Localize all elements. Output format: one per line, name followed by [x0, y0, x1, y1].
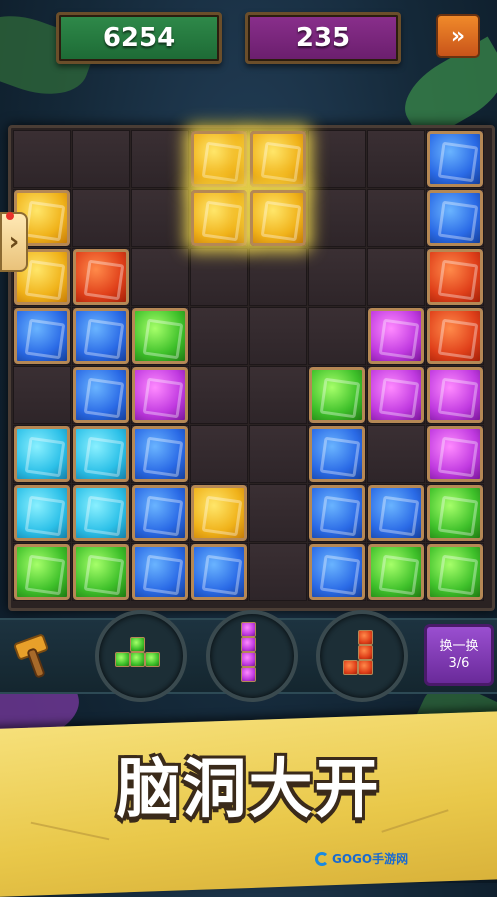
green-gem: [73, 544, 129, 600]
t-piece-block: [129, 652, 145, 667]
board-cell[interactable]: [72, 130, 130, 188]
board-cell[interactable]: [190, 307, 248, 365]
board-cell[interactable]: [308, 189, 366, 247]
cyan-gem: [73, 485, 129, 541]
purple-gem: [132, 367, 188, 423]
board-cell[interactable]: [13, 130, 71, 188]
board-cell[interactable]: [190, 248, 248, 306]
yellow-gem: [191, 190, 247, 246]
t-piece-block: [114, 652, 130, 667]
score-value: 6254: [102, 23, 176, 53]
swap-count: 3/6: [448, 656, 470, 671]
board-cell[interactable]: [131, 248, 189, 306]
blue-gem: [132, 426, 188, 482]
best-score-value: 235: [295, 23, 351, 53]
red-gem: [427, 308, 483, 364]
green-gem: [368, 544, 424, 600]
purple-gem: [368, 308, 424, 364]
green-gem: [309, 367, 365, 423]
board-cell[interactable]: [249, 248, 307, 306]
chevron-right-icon: ›: [8, 227, 20, 257]
notification-dot: [6, 212, 14, 220]
blue-gem: [73, 367, 129, 423]
board-cell[interactable]: [131, 189, 189, 247]
blue-gem: [191, 544, 247, 600]
red-gem: [73, 249, 129, 305]
blue-gem: [427, 131, 483, 187]
i-piece-block: [240, 637, 256, 652]
purple-gem: [427, 367, 483, 423]
double-chevron-right-icon: »: [450, 23, 466, 49]
board-cell[interactable]: [249, 366, 307, 424]
blue-gem: [132, 544, 188, 600]
purple-gem: [427, 426, 483, 482]
cyan-gem: [73, 426, 129, 482]
j-piece-block: [358, 629, 373, 645]
blue-gem: [309, 426, 365, 482]
board-cell[interactable]: [367, 248, 425, 306]
j-piece-block: [358, 659, 373, 675]
green-gem: [132, 308, 188, 364]
blue-gem: [14, 308, 70, 364]
piece-slot-3[interactable]: [316, 610, 408, 702]
watermark-logo: GOGO手游网: [315, 850, 408, 867]
green-gem: [14, 544, 70, 600]
board-cell[interactable]: [249, 425, 307, 483]
swap-label: 换一换: [439, 639, 479, 654]
blue-gem: [309, 485, 365, 541]
yellow-gem: [191, 131, 247, 187]
score-panel: 6254: [56, 12, 222, 64]
green-gem: [427, 544, 483, 600]
board-cell[interactable]: [249, 307, 307, 365]
t-piece-block: [144, 652, 160, 667]
swap-button[interactable]: 换一换 3/6: [424, 624, 494, 686]
green-gem: [427, 485, 483, 541]
board-cell[interactable]: [367, 189, 425, 247]
watermark-text: GOGO手游网: [332, 852, 409, 866]
piece-slot-1[interactable]: [95, 610, 187, 702]
banner-title: 脑洞大开: [116, 753, 381, 827]
gogo-logo-icon: [315, 851, 329, 866]
best-score-panel: 235: [245, 12, 401, 64]
purple-gem: [368, 367, 424, 423]
board-cell[interactable]: [13, 366, 71, 424]
i-piece-block: [240, 652, 256, 667]
board-cell[interactable]: [72, 189, 130, 247]
j-piece-block: [343, 659, 358, 675]
yellow-gem: [250, 131, 306, 187]
fast-forward-button[interactable]: »: [436, 14, 480, 58]
blue-gem: [73, 308, 129, 364]
board-cell[interactable]: [249, 484, 307, 542]
i-piece-block: [240, 667, 256, 682]
board-cell[interactable]: [308, 130, 366, 188]
game-board[interactable]: [8, 125, 495, 611]
board-cell[interactable]: [249, 543, 307, 601]
blue-gem: [427, 190, 483, 246]
board-cell[interactable]: [367, 425, 425, 483]
board-cell[interactable]: [190, 366, 248, 424]
blue-gem: [368, 485, 424, 541]
board-cell[interactable]: [190, 425, 248, 483]
board-cell[interactable]: [367, 130, 425, 188]
cyan-gem: [14, 485, 70, 541]
blue-gem: [132, 485, 188, 541]
board-cell[interactable]: [308, 248, 366, 306]
j-piece-block: [358, 644, 373, 660]
yellow-gem: [191, 485, 247, 541]
blue-gem: [309, 544, 365, 600]
board-cell[interactable]: [131, 130, 189, 188]
red-gem: [427, 249, 483, 305]
hammer-icon[interactable]: [8, 625, 68, 681]
i-piece-block: [240, 622, 256, 637]
side-menu-tab[interactable]: ›: [0, 212, 28, 272]
t-piece-block: [129, 637, 145, 652]
yellow-gem: [250, 190, 306, 246]
piece-slot-2[interactable]: [206, 610, 298, 702]
cyan-gem: [14, 426, 70, 482]
board-cell[interactable]: [308, 307, 366, 365]
